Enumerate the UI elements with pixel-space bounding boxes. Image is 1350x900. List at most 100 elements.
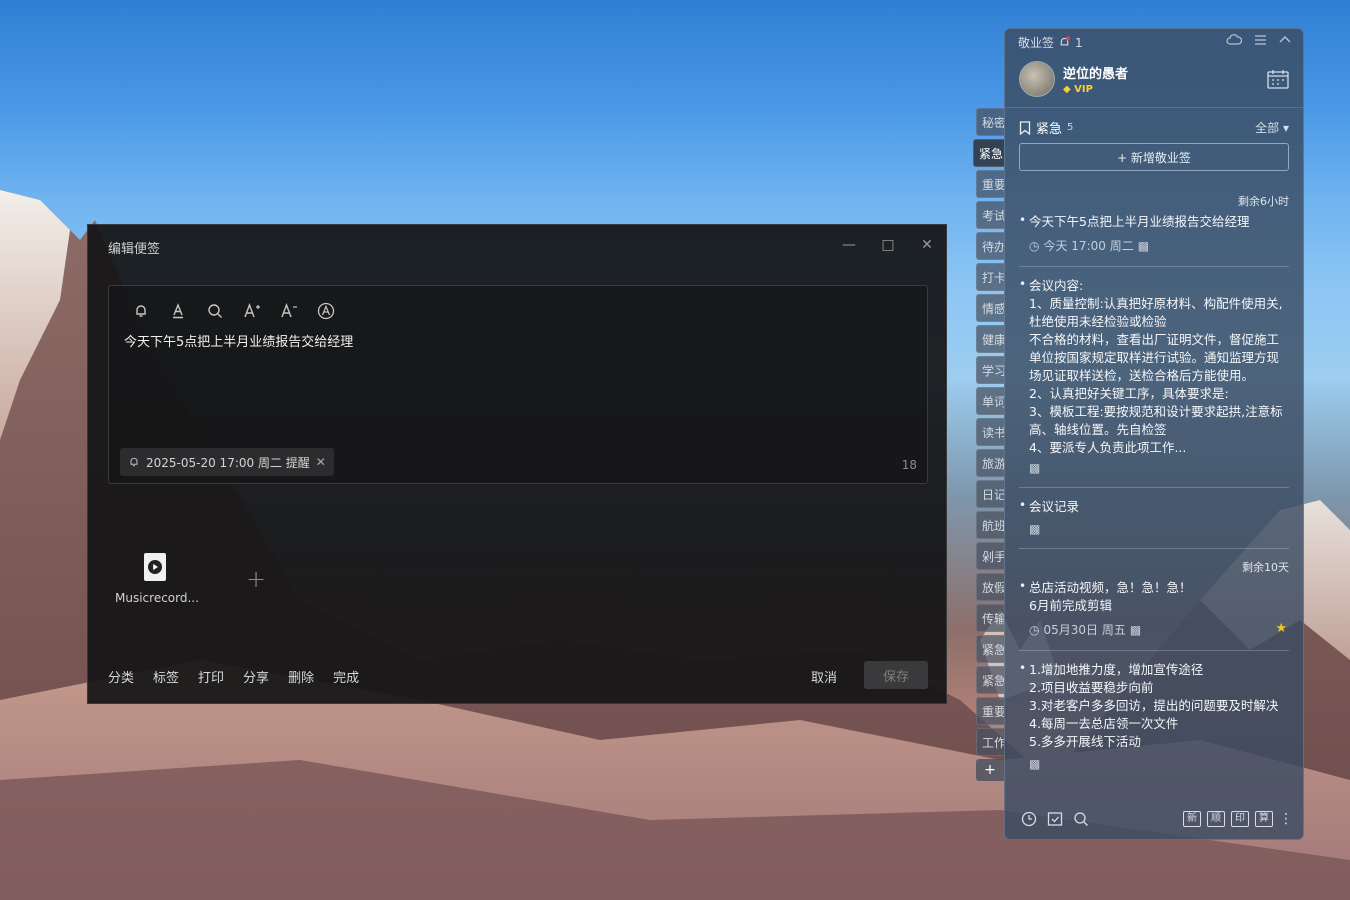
minimize-button[interactable]: — [838,235,860,255]
category-tabs: 秘密 紧急 重要 考试 待办 打卡 情感 健康 学习 单词 读书 旅游 日记 航… [973,108,1004,781]
window-title: 编辑便签 [108,242,161,257]
filter-dropdown[interactable]: 全部 ▾ [1255,119,1289,136]
tab-shopping[interactable]: 剁手 [976,542,1004,570]
note-attachment: ▩ [1029,757,1289,771]
attachment-icon: ▩ [1137,238,1150,253]
new-note-icon[interactable]: 新 [1183,811,1201,827]
note-list: 剩余6小时 • 今天下午5点把上半月业绩报告交给经理 ◷ 今天 17:00 周二… [1019,189,1289,771]
checklist-icon[interactable] [1047,811,1063,827]
avatar[interactable] [1019,61,1055,97]
share-button[interactable]: 分享 [243,667,269,686]
note-text: 会议内容: 1、质量控制:认真把好原材料、构配件使用关,杜绝使用未经检验或检验 … [1029,278,1283,455]
list-item[interactable]: • 今天下午5点把上半月业绩报告交给经理 ◷ 今天 17:00 周二 ▩ [1019,213,1289,254]
current-category: 紧急 5 [1019,118,1073,137]
collapse-icon[interactable] [1279,34,1291,46]
notification-count: 1 [1075,35,1083,50]
delete-button[interactable]: 删除 [288,667,314,686]
tab-important-2[interactable]: 重要 [976,697,1004,725]
save-button[interactable]: 保存 [864,661,928,689]
list-item[interactable]: • 总店活动视频，急！急！急！ 6月前完成剪辑 ◷ 05月30日 周五 ▩ ★ [1019,579,1289,638]
attachment-icon: ▩ [1129,622,1142,637]
user-profile[interactable]: 逆位的愚者 ◆ VIP [1019,61,1128,97]
attachment-name: Musicrecord... [115,591,199,605]
maximize-button[interactable]: □ [877,235,899,255]
category-button[interactable]: 分类 [108,667,134,686]
panel-footer-left [1021,811,1089,827]
format-toolbar [129,300,338,322]
category-count: 5 [1067,122,1074,133]
tab-health[interactable]: 健康 [976,325,1004,353]
tab-urgent-3[interactable]: 紧急 [976,666,1004,694]
list-item[interactable]: • 会议记录 ▩ [1019,498,1289,536]
divider [1019,548,1289,549]
tab-travel[interactable]: 旅游 [976,449,1004,477]
clock-icon: ◷ [1029,238,1040,253]
tab-checkin[interactable]: 打卡 [976,263,1004,291]
bookmark-icon [1019,120,1031,135]
tab-reading[interactable]: 读书 [976,418,1004,446]
cancel-button[interactable]: 取消 [811,667,837,686]
print-button[interactable]: 打印 [198,667,224,686]
attachment-item[interactable]: Musicrecord... [115,553,199,605]
font-decrease-icon[interactable] [277,300,301,322]
add-note-button[interactable]: + 新增敬业签 [1019,143,1289,171]
clock-icon: ◷ [1029,622,1040,637]
tab-urgent[interactable]: 紧急 [973,139,1004,167]
note-attachment: ▩ [1029,522,1289,536]
bell-icon [130,457,138,467]
remaining-time: 剩余10天 [1242,561,1289,574]
tab-transfer[interactable]: 传输 [976,604,1004,632]
note-reminder: ◷ 05月30日 周五 ▩ [1029,622,1142,638]
tab-secret[interactable]: 秘密 [976,108,1004,136]
menu-icon[interactable] [1254,34,1267,46]
reminder-chip[interactable]: 2025-05-20 17:00 周二 提醒 ✕ [120,448,334,476]
font-increase-icon[interactable] [240,300,264,322]
sticky-note-panel: 敬业签 1 逆位的愚者 ◆ VIP 紧急 5 全部 ▾ + 新增敬业签 剩余6小… [1004,28,1304,840]
tag-button[interactable]: 标签 [153,667,179,686]
tab-work[interactable]: 工作 [976,728,1004,756]
complete-button[interactable]: 完成 [333,667,359,686]
cloud-sync-icon[interactable] [1226,34,1242,46]
tab-emotion[interactable]: 情感 [976,294,1004,322]
tab-important[interactable]: 重要 [976,170,1004,198]
divider [1019,650,1289,651]
tab-diary[interactable]: 日记 [976,480,1004,508]
tab-words[interactable]: 单词 [976,387,1004,415]
list-item[interactable]: • 会议内容: 1、质量控制:认真把好原材料、构配件使用关,杜绝使用未经检验或检… [1019,277,1289,475]
tab-holiday[interactable]: 放假 [976,573,1004,601]
text-color-icon[interactable] [166,300,190,322]
note-editor[interactable]: 今天下午5点把上半月业绩报告交给经理 2025-05-20 17:00 周二 提… [108,285,928,484]
remove-reminder-icon[interactable]: ✕ [316,455,326,469]
tab-study[interactable]: 学习 [976,356,1004,384]
audio-file-icon [144,553,166,581]
search-icon[interactable] [1073,811,1089,827]
tab-exam[interactable]: 考试 [976,201,1004,229]
clear-format-icon[interactable] [314,300,338,322]
tab-flight[interactable]: 航班 [976,511,1004,539]
attachment-icon: ▩ [1029,522,1041,536]
more-icon[interactable]: ⋮ [1279,811,1293,827]
tab-todo[interactable]: 待办 [976,232,1004,260]
sort-icon[interactable]: 顺 [1207,811,1225,827]
calculator-icon[interactable]: 算 [1255,811,1273,827]
calendar-icon[interactable] [1267,69,1289,93]
divider [1005,107,1303,108]
app-name: 敬业签 [1018,36,1055,50]
list-item[interactable]: • 1.增加地推力度，增加宣传途径 2.项目收益要稳步向前 3.对老客户多多回访… [1019,661,1289,771]
note-text: 会议记录 [1029,499,1080,514]
note-text: 1.增加地推力度，增加宣传途径 2.项目收益要稳步向前 3.对老客户多多回访，提… [1029,662,1279,749]
star-icon[interactable]: ★ [1275,621,1287,636]
clock-icon[interactable] [1021,811,1037,827]
note-text: 今天下午5点把上半月业绩报告交给经理 [1029,214,1250,229]
add-category-button[interactable]: + [976,759,1004,781]
close-button[interactable]: ✕ [916,235,938,255]
print-icon[interactable]: 印 [1231,811,1249,827]
bell-icon[interactable] [129,300,153,322]
tab-urgent-2[interactable]: 紧急 [976,635,1004,663]
note-content[interactable]: 今天下午5点把上半月业绩报告交给经理 [124,331,353,350]
add-attachment-button[interactable]: + [246,565,266,593]
search-icon[interactable] [203,300,227,322]
notification-bell-icon[interactable] [1058,36,1071,49]
vip-badge: ◆ VIP [1063,84,1093,95]
remaining-time: 剩余6小时 [1238,195,1289,208]
